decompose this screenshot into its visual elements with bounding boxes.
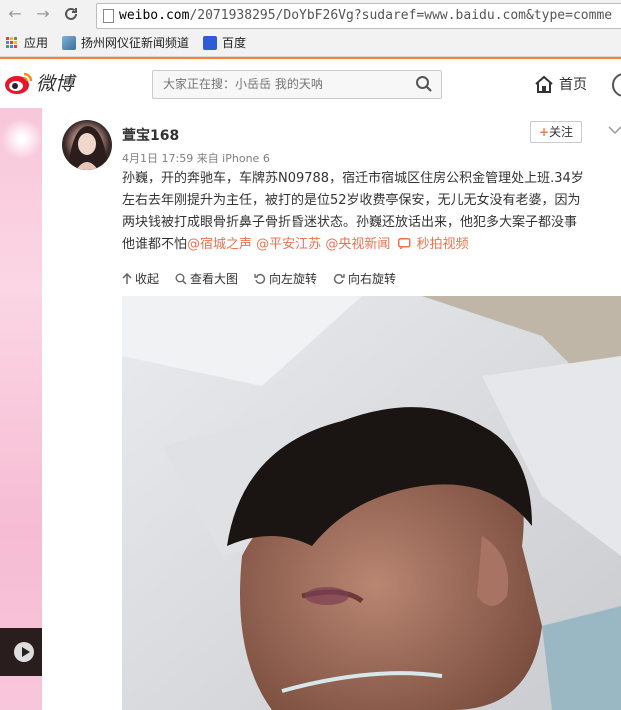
search-input[interactable]	[153, 71, 413, 96]
weibo-logo-text: 微博	[36, 73, 75, 95]
post-text: 孙巍，开的奔驰车，车牌苏N09788，宿迁市宿城区住房公积金管理处上班.34岁 …	[122, 168, 614, 256]
magnifier-icon	[175, 273, 187, 285]
search-icon[interactable]	[415, 75, 433, 97]
play-icon	[14, 642, 34, 662]
rotate-right-button[interactable]: 向右旋转	[333, 270, 396, 287]
follow-label: 关注	[549, 125, 574, 139]
view-large-label: 查看大图	[190, 272, 239, 286]
search-box	[152, 70, 442, 99]
mention-link[interactable]: @宿城之声	[187, 237, 252, 252]
collapse-label: 收起	[135, 272, 160, 286]
mention-link[interactable]: @央视新闻	[325, 237, 390, 252]
post-text-line: 孙巍，开的奔驰车，车牌苏N09788，宿迁市宿城区住房公积金管理处上班.34岁	[122, 171, 584, 186]
bookmark-label: 百度	[222, 36, 247, 50]
post-card: 萱宝168 +关注 4月1日 17:59 来自 iPhone 6 孙巍，开的奔驰…	[42, 108, 621, 710]
apps-grid-icon	[6, 36, 18, 49]
bookmarks-bar: 应用 扬州网仪征新闻频道 百度	[0, 30, 621, 57]
video-icon	[398, 238, 411, 250]
user-name[interactable]: 萱宝168	[122, 125, 179, 145]
post-photo[interactable]	[122, 296, 621, 710]
bookmark-apps[interactable]: 应用	[6, 34, 48, 51]
back-arrow-icon[interactable]: ←	[6, 5, 24, 23]
baidu-paw-icon	[203, 35, 217, 50]
avatar[interactable]	[62, 120, 112, 170]
bookmark-yangzhou[interactable]: 扬州网仪征新闻频道	[62, 34, 189, 51]
reload-icon[interactable]	[62, 5, 80, 23]
flower-decoration	[2, 118, 42, 160]
weibo-top-nav: 微博 首页	[0, 57, 621, 108]
view-large-button[interactable]: 查看大图	[175, 270, 238, 287]
weibo-logo[interactable]: 微博	[4, 69, 74, 96]
post-text-line: 他谁都不怕	[122, 237, 188, 252]
plus-icon: +	[538, 125, 550, 139]
browser-nav-bar: ← → weibo.com/2071938295/DoYbF26Vg?sudar…	[0, 0, 621, 30]
bookmark-baidu[interactable]: 百度	[203, 34, 246, 51]
follow-button[interactable]: +关注	[530, 121, 582, 143]
home-nav-link[interactable]: 首页	[534, 74, 587, 94]
page-icon	[103, 9, 114, 23]
post-text-line: 两块钱被打成眼骨折鼻子骨折昏迷状态。孙巍还放话出来，他犯多大案子都没事	[122, 215, 578, 230]
bookmark-label: 扬州网仪征新闻频道	[81, 36, 190, 50]
url-text: weibo.com/2071938295/DoYbF26Vg?sudaref=w…	[119, 8, 613, 23]
home-icon	[535, 75, 553, 93]
video-link-label: 秒拍视频	[416, 237, 469, 252]
forward-arrow-icon[interactable]: →	[34, 5, 52, 23]
more-nav-icon[interactable]	[612, 73, 621, 97]
address-bar[interactable]: weibo.com/2071938295/DoYbF26Vg?sudaref=w…	[96, 3, 621, 29]
rotate-left-button[interactable]: 向左旋转	[254, 270, 317, 287]
mention-link[interactable]: @平安江苏	[256, 237, 321, 252]
side-video-thumbnail[interactable]	[0, 628, 48, 676]
page-background-decoration	[0, 108, 42, 710]
video-link[interactable]: 秒拍视频	[394, 237, 469, 252]
post-text-line: 左右去年刚提升为主任，被打的是位52岁收费亭保安，无儿无女没有老婆，因为	[122, 193, 581, 208]
rotate-left-label: 向左旋转	[269, 272, 318, 286]
yangzhou-favicon-icon	[62, 35, 76, 50]
bookmark-label: 应用	[24, 36, 49, 50]
chevron-down-icon[interactable]	[608, 120, 621, 139]
post-text-line-last: 他谁都不怕@宿城之声 @平安江苏 @央视新闻 秒拍视频	[122, 234, 614, 256]
collapse-button[interactable]: 收起	[122, 270, 159, 287]
rotate-left-icon	[254, 273, 266, 284]
post-meta[interactable]: 4月1日 17:59 来自 iPhone 6	[122, 150, 270, 166]
home-label: 首页	[559, 77, 587, 93]
weibo-eye-icon	[4, 71, 34, 95]
rotate-right-label: 向右旋转	[348, 272, 397, 286]
arrow-up-icon	[122, 272, 132, 284]
rotate-right-icon	[333, 273, 345, 284]
image-toolbar: 收起 查看大图 向左旋转 向右旋转	[122, 270, 396, 287]
